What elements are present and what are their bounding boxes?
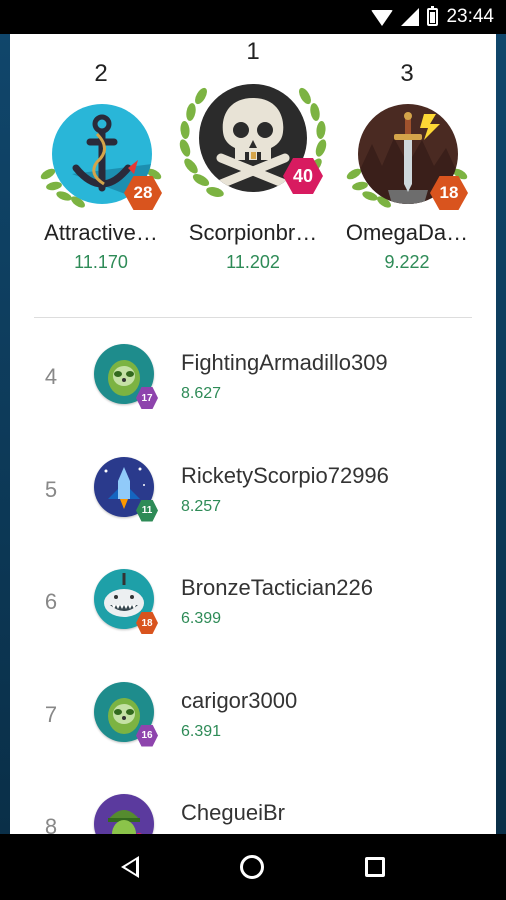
list-score: 8.257 (181, 497, 222, 515)
leaderboard-card: 2 28 Attractive… 11.170 1 40 Scorpionbr…… (10, 34, 496, 834)
soldier-avatar (94, 794, 154, 834)
level-badge-value: 18 (141, 617, 153, 629)
back-icon[interactable] (120, 856, 139, 878)
podium-rank: 1 (246, 38, 260, 65)
list-name: ChegueiBr (181, 800, 285, 825)
level-badge-value: 16 (141, 730, 153, 741)
leaderboard-list: 4 17 FightingArmadillo309 8.627 5 11 Ric… (10, 324, 496, 834)
list-rank: 4 (44, 364, 58, 389)
signal-icon (401, 8, 420, 26)
level-badge-value: 28 (133, 183, 153, 202)
avatar: 28 (38, 90, 164, 220)
navigation-bar (0, 834, 506, 900)
list-item[interactable]: 8 ChegueiBr (10, 774, 496, 834)
avatar: 18 (344, 90, 470, 220)
list-item[interactable]: 6 18 BronzeTactician226 6.399 (10, 549, 496, 662)
podium: 2 28 Attractive… 11.170 1 40 Scorpionbr…… (10, 34, 496, 318)
level-badge-value: 17 (141, 392, 153, 404)
podium-name: Scorpionbr… (188, 220, 318, 245)
level-badge-value: 18 (439, 183, 459, 202)
list-rank: 6 (44, 589, 58, 614)
podium-first[interactable]: 1 40 Scorpionbr… 11.202 (170, 38, 336, 273)
list-name: carigor3000 (181, 687, 298, 713)
list-item[interactable]: 4 17 FightingArmadillo309 8.627 (10, 324, 496, 437)
list-item[interactable]: 7 16 carigor3000 6.391 (10, 662, 496, 775)
list-item[interactable]: 5 11 RicketyScorpio72996 8.257 (10, 437, 496, 550)
podium-third[interactable]: 3 18 OmegaDa… 9.222 (324, 60, 490, 273)
list-score: 6.399 (181, 610, 222, 627)
background-strip-right (496, 34, 506, 834)
list-rank: 7 (44, 701, 58, 727)
podium-second[interactable]: 2 28 Attractive… 11.170 (18, 60, 184, 273)
podium-name: OmegaDa… (345, 220, 469, 245)
list-name: FightingArmadillo309 (181, 350, 388, 375)
list-name: RicketyScorpio72996 (181, 462, 389, 488)
podium-score: 9.222 (384, 252, 430, 272)
list-name: BronzeTactician226 (181, 575, 374, 600)
list-score: 8.627 (181, 385, 222, 402)
level-badge-value: 40 (292, 165, 314, 186)
background-strip-left (0, 34, 10, 834)
level-badge-value: 11 (141, 505, 153, 516)
battery-icon (427, 6, 439, 26)
podium-score: 11.202 (226, 252, 280, 272)
wifi-icon (371, 10, 394, 26)
podium-score: 11.170 (74, 252, 128, 272)
home-icon[interactable] (239, 855, 264, 879)
podium-rank: 2 (94, 60, 108, 87)
list-rank: 5 (44, 476, 58, 502)
soldier-icon (108, 810, 142, 834)
status-time: 23:44 (446, 6, 494, 27)
divider (34, 317, 472, 318)
status-bar: 23:44 (0, 0, 506, 34)
avatar: 40 (177, 66, 329, 216)
list-score: 6.391 (181, 722, 222, 740)
recents-icon[interactable] (365, 857, 386, 877)
podium-rank: 3 (400, 60, 414, 87)
list-rank: 8 (44, 814, 58, 834)
podium-name: Attractive… (44, 220, 158, 245)
